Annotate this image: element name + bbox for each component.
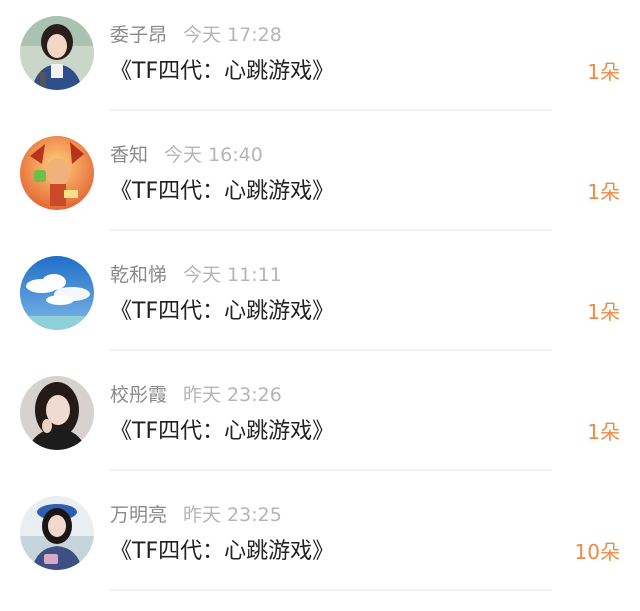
avatar[interactable] bbox=[20, 256, 94, 330]
work-title[interactable]: 《TF四代：心跳游戏》 bbox=[110, 417, 334, 447]
user-name[interactable]: 校彤霞 bbox=[110, 384, 167, 406]
avatar[interactable] bbox=[20, 496, 94, 570]
blue-sky-clouds-avatar-icon bbox=[20, 256, 94, 330]
avatar[interactable] bbox=[20, 136, 94, 210]
work-title[interactable]: 《TF四代：心跳游戏》 bbox=[110, 57, 334, 87]
timestamp: 今天 16:40 bbox=[164, 144, 263, 166]
list-item[interactable]: 委子昂 今天 17:28 《TF四代：心跳游戏》 1朵 bbox=[0, 0, 640, 120]
list-item[interactable]: 乾和悌 今天 11:11 《TF四代：心跳游戏》 1朵 bbox=[0, 240, 640, 360]
work-title[interactable]: 《TF四代：心跳游戏》 bbox=[110, 177, 334, 207]
divider bbox=[110, 349, 552, 351]
flower-count: 1朵 bbox=[587, 180, 620, 204]
work-title[interactable]: 《TF四代：心跳游戏》 bbox=[110, 537, 334, 567]
item-meta: 校彤霞 昨天 23:26 bbox=[110, 382, 282, 408]
item-meta: 委子昂 今天 17:28 bbox=[110, 22, 282, 48]
timestamp: 昨天 23:25 bbox=[183, 504, 282, 526]
divider bbox=[110, 229, 552, 231]
divider bbox=[110, 589, 552, 591]
divider bbox=[110, 469, 552, 471]
avatar[interactable] bbox=[20, 376, 94, 450]
list-item[interactable]: 香知 今天 16:40 《TF四代：心跳游戏》 1朵 bbox=[0, 120, 640, 240]
flower-count: 1朵 bbox=[587, 420, 620, 444]
item-meta: 万明亮 昨天 23:25 bbox=[110, 502, 282, 528]
timestamp: 今天 11:11 bbox=[183, 264, 282, 286]
work-title[interactable]: 《TF四代：心跳游戏》 bbox=[110, 297, 334, 327]
item-meta: 香知 今天 16:40 bbox=[110, 142, 263, 168]
user-name[interactable]: 香知 bbox=[110, 144, 148, 166]
timestamp: 昨天 23:26 bbox=[183, 384, 282, 406]
list-item[interactable]: 万明亮 昨天 23:25 《TF四代：心跳游戏》 10朵 bbox=[0, 480, 640, 600]
divider bbox=[110, 109, 552, 111]
item-meta: 乾和悌 今天 11:11 bbox=[110, 262, 282, 288]
gift-record-list: 委子昂 今天 17:28 《TF四代：心跳游戏》 1朵 香知 今天 16:40 … bbox=[0, 0, 640, 611]
avatar[interactable] bbox=[20, 16, 94, 90]
game-character-avatar-icon bbox=[20, 136, 94, 210]
timestamp: 今天 17:28 bbox=[183, 24, 282, 46]
flower-count: 1朵 bbox=[587, 60, 620, 84]
user-name[interactable]: 万明亮 bbox=[110, 504, 167, 526]
user-name[interactable]: 乾和悌 bbox=[110, 264, 167, 286]
girl-blue-hat-avatar-icon bbox=[20, 496, 94, 570]
list-item[interactable]: 校彤霞 昨天 23:26 《TF四代：心跳游戏》 1朵 bbox=[0, 360, 640, 480]
flower-count: 1朵 bbox=[587, 300, 620, 324]
woman-portrait-avatar-icon bbox=[20, 376, 94, 450]
flower-count: 10朵 bbox=[574, 540, 620, 564]
girl-portrait-avatar-icon bbox=[20, 16, 94, 90]
user-name[interactable]: 委子昂 bbox=[110, 24, 167, 46]
